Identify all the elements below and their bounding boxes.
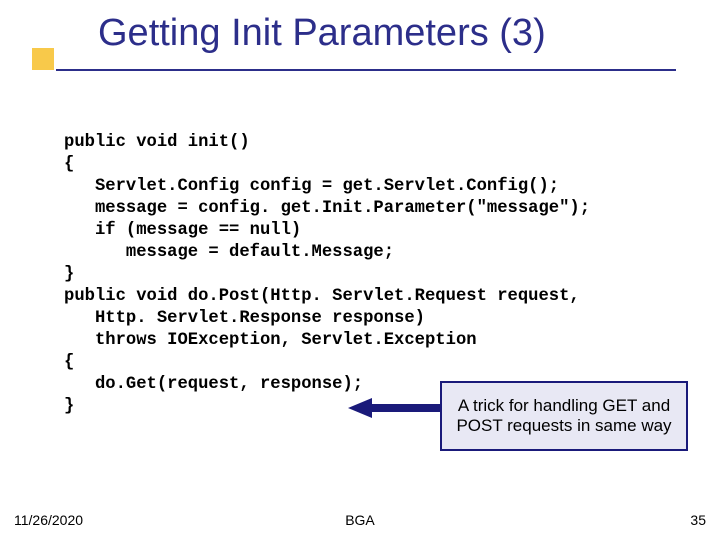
- code-snippet: public void init() { Servlet.Config conf…: [64, 132, 590, 418]
- callout-arrow-shaft: [370, 404, 442, 412]
- slide-title: Getting Init Parameters (3): [98, 12, 546, 55]
- callout-box: A trick for handling GET and POST reques…: [440, 381, 688, 451]
- footer-page-number: 35: [690, 512, 706, 528]
- title-underline: [56, 69, 676, 71]
- callout-arrow-head: [348, 398, 372, 418]
- callout-text: A trick for handling GET and POST reques…: [446, 396, 682, 436]
- title-bullet: [32, 48, 54, 70]
- footer-center: BGA: [0, 512, 720, 528]
